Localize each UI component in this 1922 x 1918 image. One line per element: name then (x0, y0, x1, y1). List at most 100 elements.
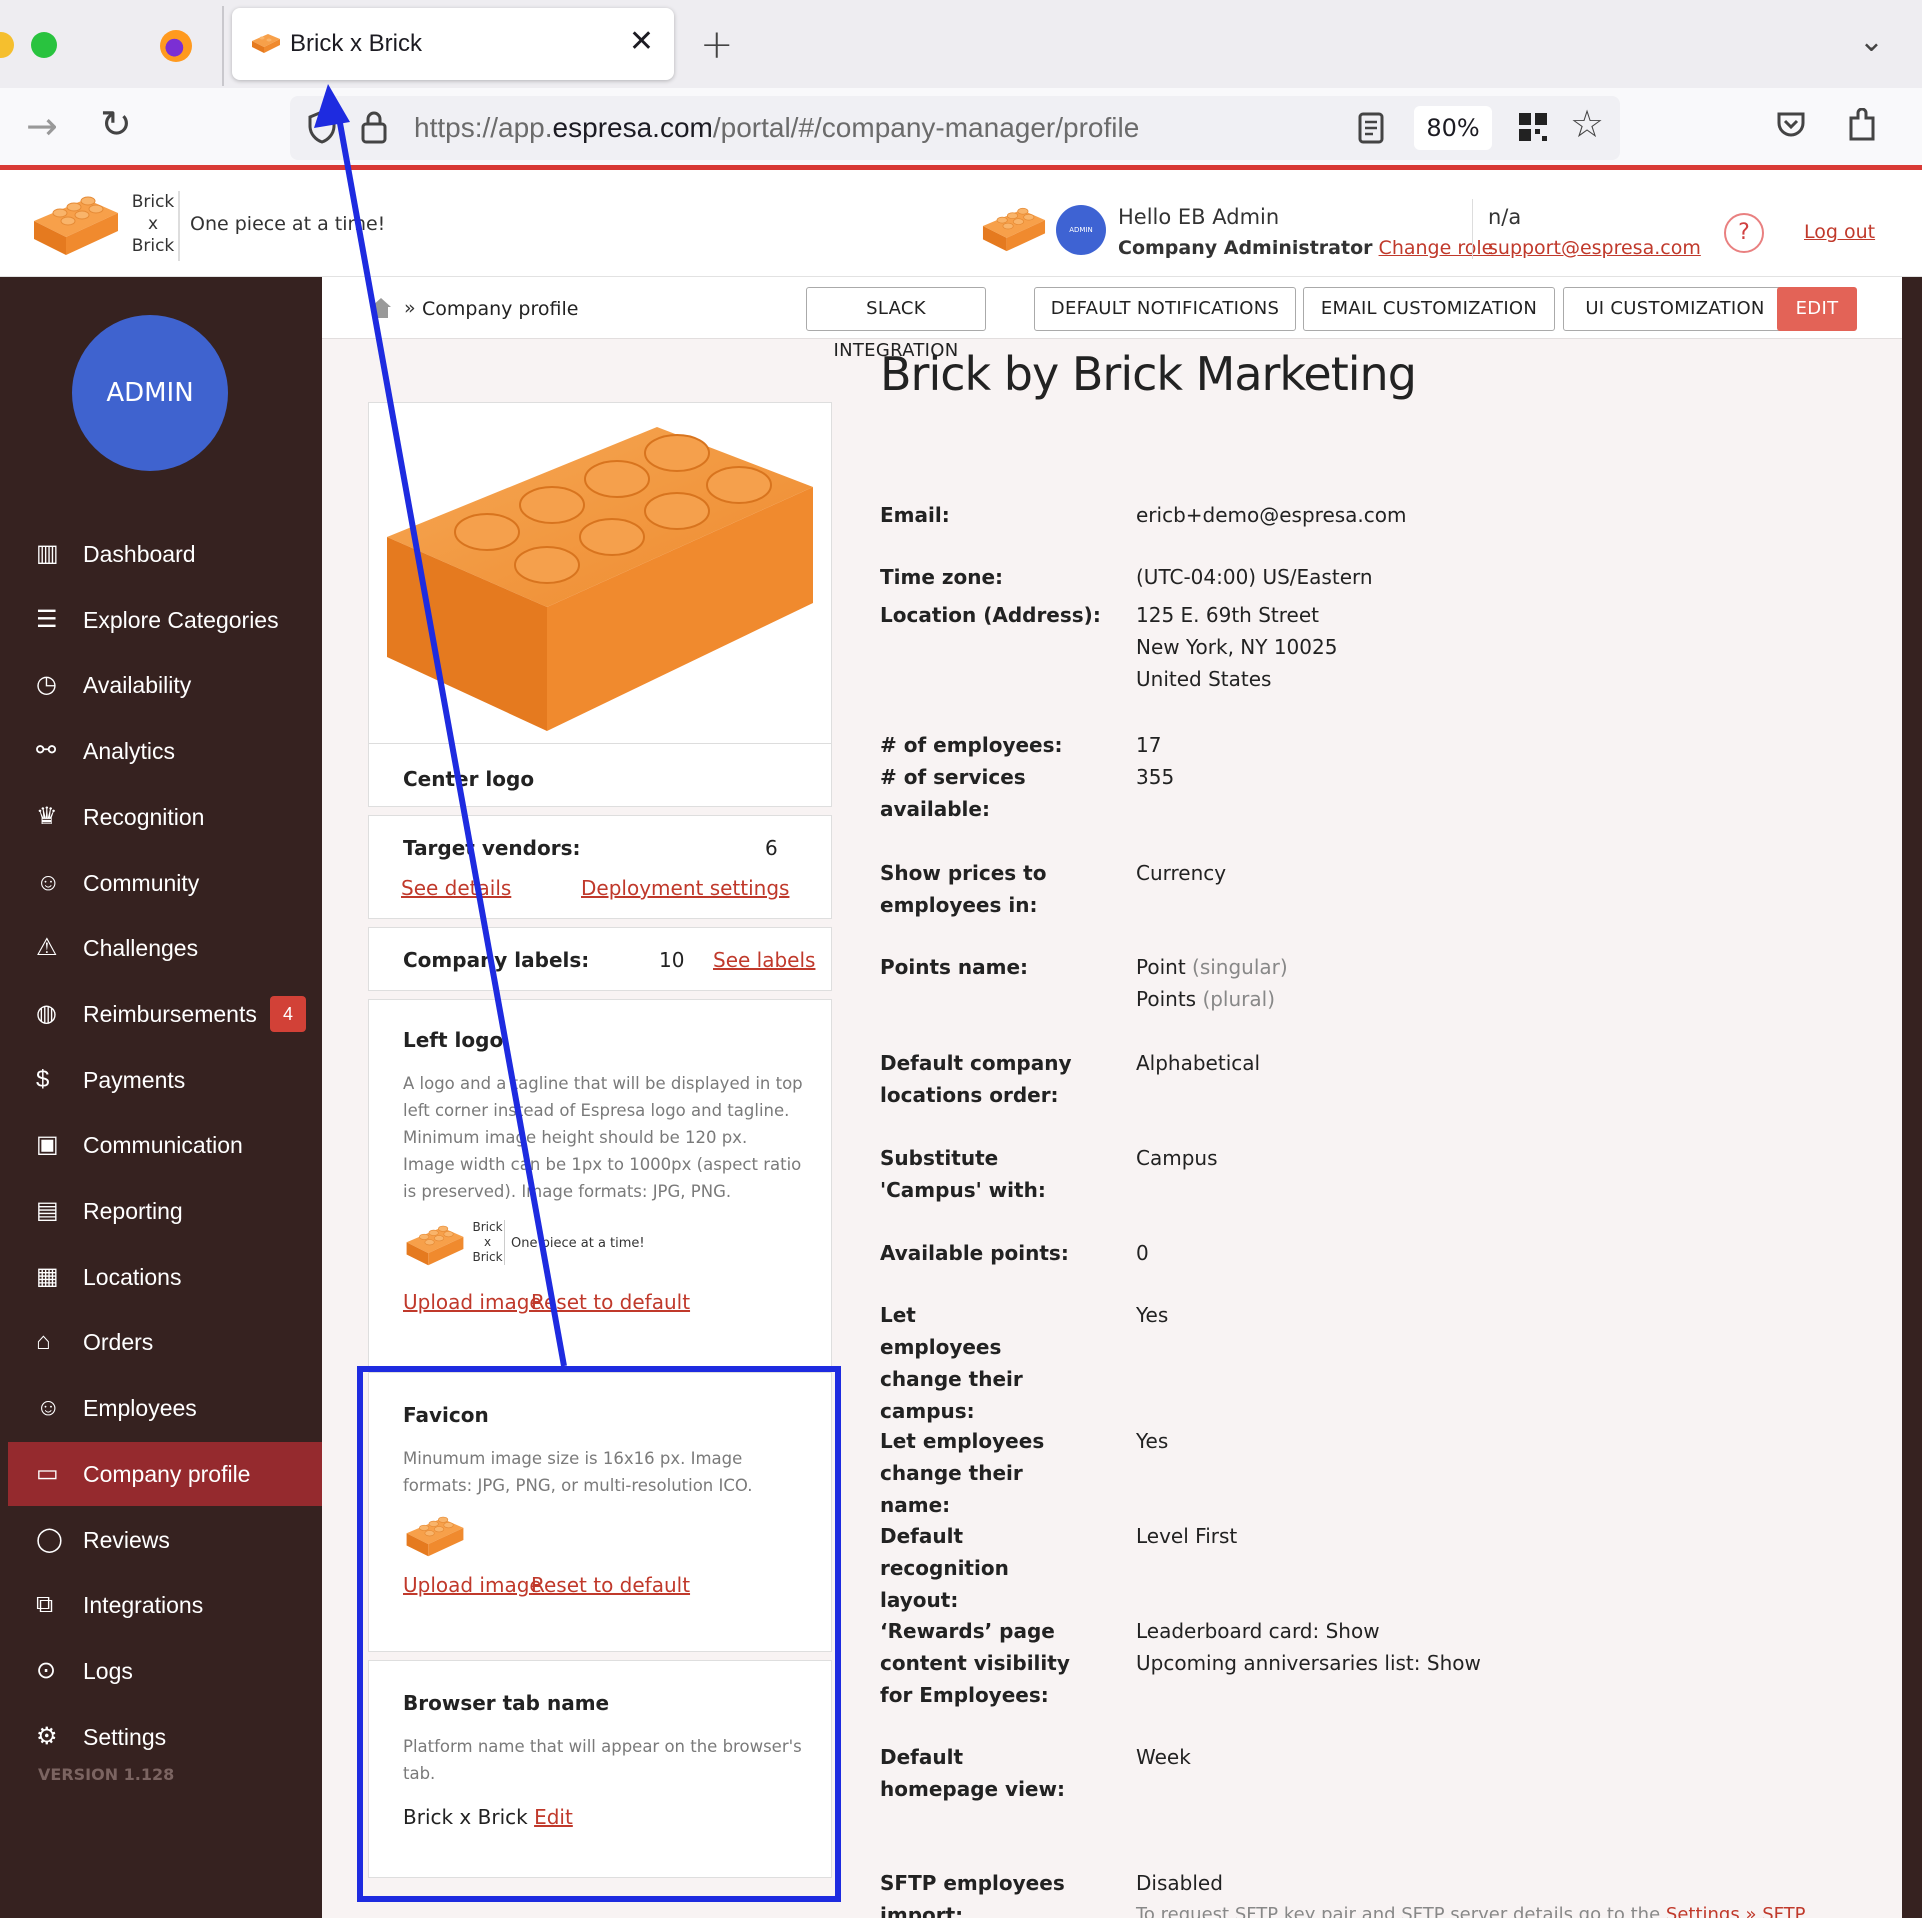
tab-title: Brick x Brick (290, 30, 422, 57)
company-name: Brick by Brick Marketing (880, 347, 1417, 401)
user-icon: ☺ (36, 1394, 61, 1421)
deployment-settings-link[interactable]: Deployment settings (581, 876, 789, 900)
change-campus-value: Yes (1136, 1303, 1169, 1327)
sidebar-item-reporting[interactable]: ▤ Reporting (8, 1179, 322, 1243)
sidebar-item-explore-categories[interactable]: ☰ Explore Categories (8, 588, 322, 652)
qr-code-icon[interactable] (1518, 112, 1548, 142)
user-avatar[interactable]: ADMIN (1056, 205, 1106, 255)
sidebar-avatar[interactable]: ADMIN (72, 315, 228, 471)
bookmark-star-icon[interactable]: ☆ (1570, 102, 1604, 146)
left-logo-description: A logo and a tagline that will be displa… (403, 1074, 803, 1201)
brick-logo-icon[interactable] (30, 191, 122, 259)
sidebar-item-dashboard[interactable]: ▥ Dashboard (8, 522, 322, 586)
maximize-window-button[interactable] (31, 32, 57, 58)
reader-view-icon[interactable] (1358, 112, 1384, 144)
change-campus-label: Let employees change their campus: (880, 1303, 1023, 1423)
recognition-layout-label: Default recognition layout: (880, 1524, 1009, 1612)
center-logo-label: Center logo (403, 767, 535, 791)
email-customization-button[interactable]: EMAIL CUSTOMIZATION (1303, 287, 1555, 331)
points-plural: Points (plural) (1136, 983, 1856, 1015)
left-logo-preview-tagline: One piece at a time! (511, 1236, 645, 1251)
sidebar-item-communication[interactable]: ▣ Communication (8, 1113, 322, 1177)
sidebar-item-reimbursements[interactable]: ◍ Reimbursements 4 (8, 982, 322, 1046)
show-prices-label: Show prices to employees in: (880, 861, 1047, 917)
new-tab-icon[interactable]: + (700, 22, 734, 68)
sidebar-item-label: Communication (83, 1132, 243, 1158)
forward-arrow-icon[interactable]: → (26, 104, 58, 148)
piggy-bank-icon: ◍ (36, 1000, 57, 1027)
leaderboard-visibility: Leaderboard card: Show (1136, 1619, 1380, 1643)
sidebar-item-label: Dashboard (83, 541, 196, 567)
sidebar-item-label: Orders (83, 1329, 154, 1355)
sidebar-item-analytics[interactable]: ⚯ Analytics (8, 719, 322, 783)
home-icon[interactable] (370, 297, 392, 319)
left-logo-reset-link[interactable]: Reset to default (531, 1290, 690, 1314)
sidebar-item-locations[interactable]: ▦ Locations (8, 1245, 322, 1309)
sidebar-item-challenges[interactable]: ⚠ Challenges (8, 916, 322, 980)
support-email-link[interactable]: support@espresa.com (1488, 237, 1701, 259)
close-tab-icon[interactable]: ✕ (629, 24, 654, 59)
recognition-layout-value: Level First (1136, 1524, 1238, 1548)
url-text[interactable]: https://app.espresa.com/portal/#/company… (414, 112, 1139, 144)
points-singular-value: Point (1136, 955, 1186, 979)
change-name-value: Yes (1136, 1429, 1169, 1453)
dashboard-icon: ▥ (36, 540, 59, 567)
sidebar-item-logs[interactable]: ⊙ Logs (8, 1639, 322, 1703)
reimbursements-count-badge: 4 (270, 996, 306, 1032)
substitute-campus-value: Campus (1136, 1146, 1218, 1170)
company-brick-logo-icon (982, 207, 1046, 252)
breadcrumb-current: Company profile (422, 298, 579, 320)
services-count-value: 355 (1136, 765, 1175, 789)
points-name-value: Point (singular) Points (plural) (1136, 951, 1856, 1015)
sidebar-item-orders[interactable]: ⌂ Orders (8, 1310, 322, 1374)
edit-button[interactable]: EDIT (1777, 287, 1857, 331)
chat-bubble-icon: ◯ (36, 1526, 63, 1553)
anniversaries-visibility: Upcoming anniversaries list: Show (1136, 1651, 1481, 1675)
sidebar-item-settings[interactable]: ⚙ Settings (8, 1705, 322, 1769)
ui-customization-button[interactable]: UI CUSTOMIZATION (1563, 287, 1787, 331)
brand-name: Brick x Brick (128, 191, 180, 261)
pocket-icon[interactable] (1776, 110, 1806, 140)
default-notifications-button[interactable]: DEFAULT NOTIFICATIONS (1034, 287, 1296, 331)
sidebar-item-integrations[interactable]: ⧉ Integrations (8, 1573, 322, 1637)
email-value: ericb+demo@espresa.com (1136, 503, 1407, 527)
see-details-link[interactable]: See details (401, 876, 511, 900)
help-icon[interactable]: ? (1724, 213, 1764, 253)
brand-line: x (147, 214, 159, 234)
lock-icon[interactable] (360, 110, 388, 144)
extensions-icon[interactable] (1848, 108, 1878, 142)
left-logo-preview-brick-icon (406, 1225, 464, 1266)
sftp-settings-link[interactable]: Settings » SFTP (1666, 1904, 1806, 1918)
brand-line: x (483, 1235, 492, 1249)
sidebar-item-recognition[interactable]: ♛ Recognition (8, 785, 322, 849)
logout-link[interactable]: Log out (1804, 221, 1875, 243)
sidebar-item-label: Employees (83, 1395, 197, 1421)
timezone-value: (UTC-04:00) US/Eastern (1136, 565, 1373, 589)
sidebar-item-payments[interactable]: $ Payments (8, 1048, 322, 1112)
sidebar-item-community[interactable]: ☺ Community (8, 851, 322, 915)
see-labels-link[interactable]: See labels (713, 948, 815, 972)
change-role-link[interactable]: Change role (1379, 237, 1494, 259)
sidebar-item-reviews[interactable]: ◯ Reviews (8, 1508, 322, 1572)
sidebar-item-label: Payments (83, 1067, 186, 1093)
shield-icon[interactable] (308, 110, 336, 144)
sidebar-item-company-profile[interactable]: ▭ Company profile (8, 1442, 322, 1506)
right-edge-strip (1902, 277, 1922, 1918)
address-bar[interactable]: https://app.espresa.com/portal/#/company… (290, 96, 1620, 160)
employees-count-label: # of employees: (880, 733, 1063, 757)
browser-nav-bar: → ↻ https://app.espresa.com/portal/#/com… (0, 88, 1922, 170)
left-logo-upload-link[interactable]: Upload image (403, 1290, 542, 1314)
minimize-window-button[interactable] (0, 32, 14, 58)
support-phone: n/a (1488, 205, 1522, 229)
address-value: 125 E. 69th Street New York, NY 10025 Un… (1136, 599, 1856, 695)
communication-icon: ▣ (36, 1131, 59, 1158)
browser-tab-active[interactable]: Brick x Brick ✕ (232, 8, 674, 80)
sidebar-item-employees[interactable]: ☺ Employees (8, 1376, 322, 1440)
sidebar-item-availability[interactable]: ◷ Availability (8, 653, 322, 717)
reload-icon[interactable]: ↻ (100, 102, 132, 146)
zoom-level-button[interactable]: 80% (1414, 106, 1492, 150)
firefox-icon[interactable] (160, 30, 192, 62)
report-icon: ▤ (36, 1197, 59, 1224)
chevron-down-icon[interactable]: ⌄ (1859, 24, 1884, 59)
slack-integration-button[interactable]: SLACK INTEGRATION (806, 287, 986, 361)
